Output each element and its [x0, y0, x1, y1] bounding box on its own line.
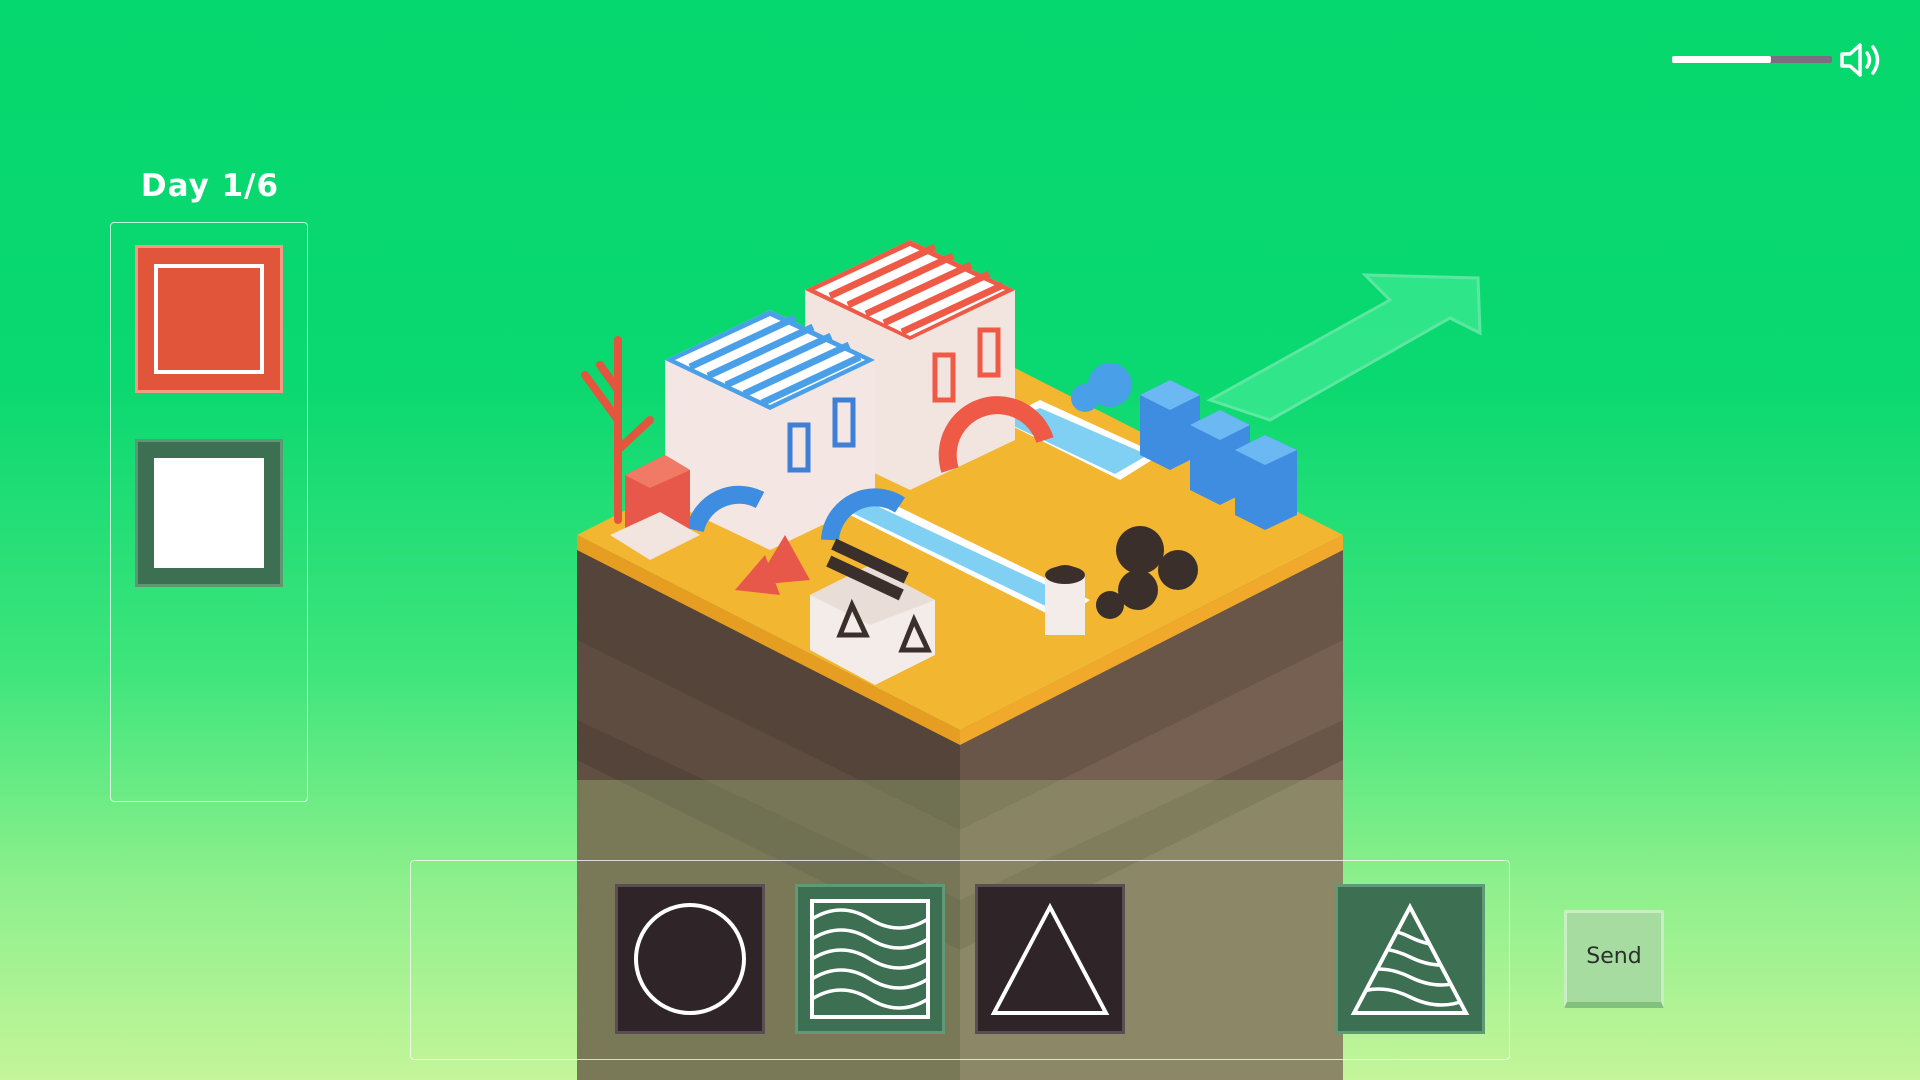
symbol-slot-waves[interactable] [795, 884, 945, 1034]
volume-slider-fill [1672, 56, 1772, 63]
filled-square-icon [154, 458, 264, 568]
triangle-symbol-icon [990, 902, 1110, 1015]
volume-control[interactable] [1672, 40, 1892, 80]
direction-arrow [1206, 273, 1482, 422]
waves-symbol-icon [810, 899, 930, 1019]
symbol-slot-circle[interactable] [615, 884, 765, 1034]
volume-slider[interactable] [1672, 56, 1832, 63]
goal-tile-green-square [135, 439, 283, 587]
goal-tile-red-square [135, 245, 283, 393]
symbol-slot-triangle[interactable] [975, 884, 1125, 1034]
square-outline-icon [154, 264, 264, 374]
result-slot-wavy-triangle [1335, 884, 1485, 1034]
day-goals-panel [110, 222, 308, 802]
wavy-triangle-symbol-icon [1350, 902, 1470, 1015]
circle-symbol-icon [634, 903, 746, 1015]
send-button[interactable]: Send [1564, 910, 1664, 1008]
silo [1045, 566, 1085, 635]
day-counter: Day 1/6 [140, 168, 280, 204]
speaker-icon[interactable] [1838, 40, 1888, 80]
